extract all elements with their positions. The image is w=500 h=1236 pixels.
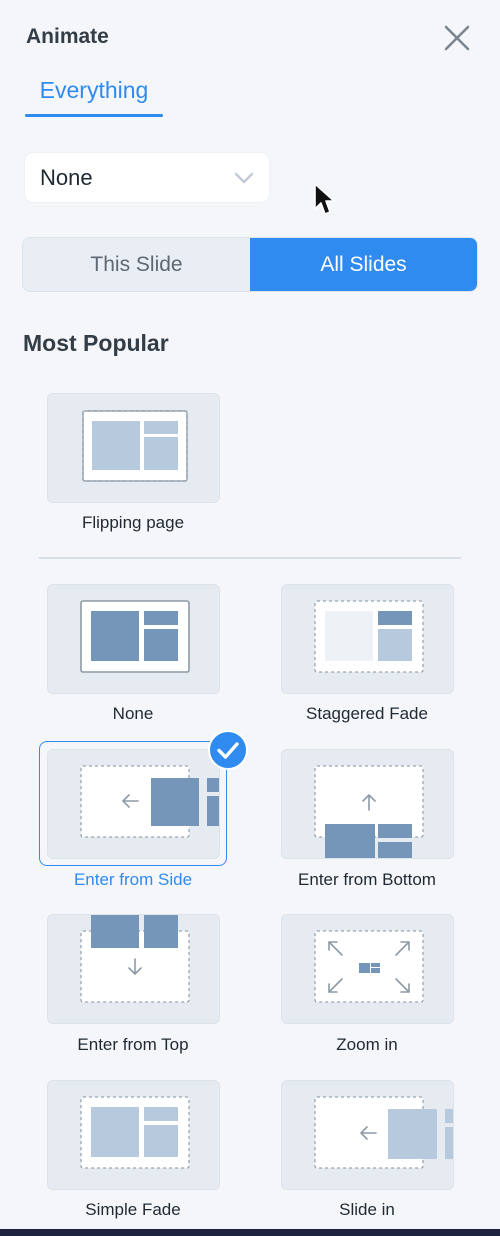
animation-label-zoom-in: Zoom in xyxy=(336,1035,398,1054)
animation-label-flipping-page: Flipping page xyxy=(81,513,185,532)
animation-label-simple-fade: Simple Fade xyxy=(85,1200,181,1219)
section-divider xyxy=(39,557,461,559)
animation-card-flipping-page[interactable] xyxy=(47,393,220,503)
animation-label-enter-from-top: Enter from Top xyxy=(77,1035,189,1054)
animation-filter-dropdown[interactable]: None xyxy=(25,153,269,202)
bottom-edge-bar xyxy=(0,1229,500,1236)
animation-card-slide-in[interactable] xyxy=(281,1080,454,1190)
animation-card-enter-from-side[interactable] xyxy=(47,749,220,859)
none-preview-icon xyxy=(80,600,190,673)
animation-label-enter-from-bottom: Enter from Bottom xyxy=(298,870,436,889)
flipping-page-preview-icon xyxy=(82,410,188,482)
simple-fade-preview-icon xyxy=(80,1096,190,1169)
animation-label-none: None xyxy=(112,704,154,723)
checkmark-icon xyxy=(208,730,248,770)
zoom-in-preview-icon xyxy=(314,930,424,1003)
animation-label-slide-in: Slide in xyxy=(339,1200,395,1219)
section-title-most-popular: Most Popular xyxy=(23,330,169,356)
slide-in-preview-icon xyxy=(314,1096,453,1169)
enter-from-side-preview-icon xyxy=(80,765,219,838)
animation-card-simple-fade[interactable] xyxy=(47,1080,220,1190)
animation-card-none[interactable] xyxy=(47,584,220,694)
dropdown-selected-value: None xyxy=(40,164,93,190)
animation-card-enter-from-top[interactable] xyxy=(47,914,220,1024)
close-icon[interactable] xyxy=(443,24,471,52)
this-slide-button[interactable]: This Slide xyxy=(23,238,250,291)
all-slides-button[interactable]: All Slides xyxy=(250,238,477,291)
panel-title: Animate xyxy=(26,25,109,48)
slide-scope-toggle: This Slide All Slides xyxy=(22,237,478,292)
animation-card-staggered-fade[interactable] xyxy=(281,584,454,694)
animation-card-enter-from-bottom[interactable] xyxy=(281,749,454,859)
chevron-down-icon xyxy=(234,172,254,183)
enter-from-bottom-preview-icon xyxy=(314,765,424,858)
tab-everything[interactable]: Everything xyxy=(25,77,163,117)
animation-label-staggered-fade: Staggered Fade xyxy=(306,704,428,723)
animation-card-zoom-in[interactable] xyxy=(281,914,454,1024)
staggered-fade-preview-icon xyxy=(314,600,424,673)
tab-active-underline xyxy=(25,114,163,117)
enter-from-top-preview-icon xyxy=(80,915,190,1003)
animation-label-enter-from-side: Enter from Side xyxy=(73,870,193,889)
mouse-cursor-icon xyxy=(314,183,335,215)
